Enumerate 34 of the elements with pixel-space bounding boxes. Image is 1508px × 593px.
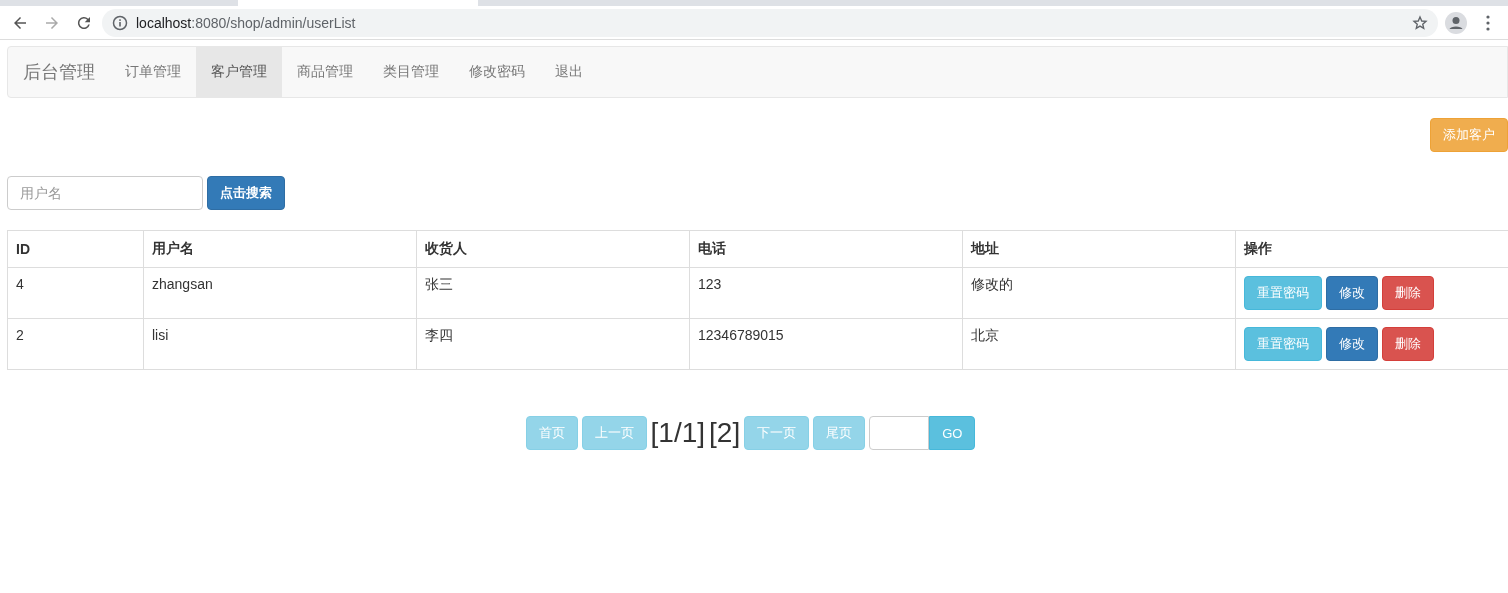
table-cell: 4 <box>7 267 144 319</box>
star-icon[interactable] <box>1412 14 1428 31</box>
table-cell: 张三 <box>416 267 690 319</box>
column-header: 收货人 <box>416 230 690 268</box>
table-cell: 12346789015 <box>689 318 963 370</box>
page-status: [1/1] <box>650 417 706 449</box>
table-cell: zhangsan <box>143 267 417 319</box>
action-button[interactable]: 修改 <box>1326 276 1378 310</box>
record-total: [2] <box>709 417 741 449</box>
info-icon[interactable] <box>112 14 128 31</box>
nav-item[interactable]: 类目管理 <box>368 47 454 97</box>
table-cell: 北京 <box>962 318 1236 370</box>
table-cell: lisi <box>143 318 417 370</box>
table-cell: 123 <box>689 267 963 319</box>
table-cell: 修改的 <box>962 267 1236 319</box>
table-cell: 2 <box>7 318 144 370</box>
search-button[interactable]: 点击搜索 <box>207 176 285 210</box>
table-cell: 李四 <box>416 318 690 370</box>
nav-item[interactable]: 订单管理 <box>110 47 196 97</box>
brand-title[interactable]: 后台管理 <box>8 47 110 97</box>
column-header: 地址 <box>962 230 1236 268</box>
column-header: 用户名 <box>143 230 417 268</box>
nav-item[interactable]: 商品管理 <box>282 47 368 97</box>
column-header: 操作 <box>1235 230 1508 268</box>
action-button[interactable]: 删除 <box>1382 327 1434 361</box>
nav-item[interactable]: 客户管理 <box>196 47 282 97</box>
column-header: ID <box>7 230 144 268</box>
nav-item[interactable]: 修改密码 <box>454 47 540 97</box>
action-button[interactable]: 修改 <box>1326 327 1378 361</box>
column-header: 电话 <box>689 230 963 268</box>
action-button[interactable]: 删除 <box>1382 276 1434 310</box>
nav-item[interactable]: 退出 <box>540 47 598 97</box>
page-number-field[interactable] <box>869 416 930 450</box>
username-field[interactable]: 用户名 <box>7 176 203 210</box>
